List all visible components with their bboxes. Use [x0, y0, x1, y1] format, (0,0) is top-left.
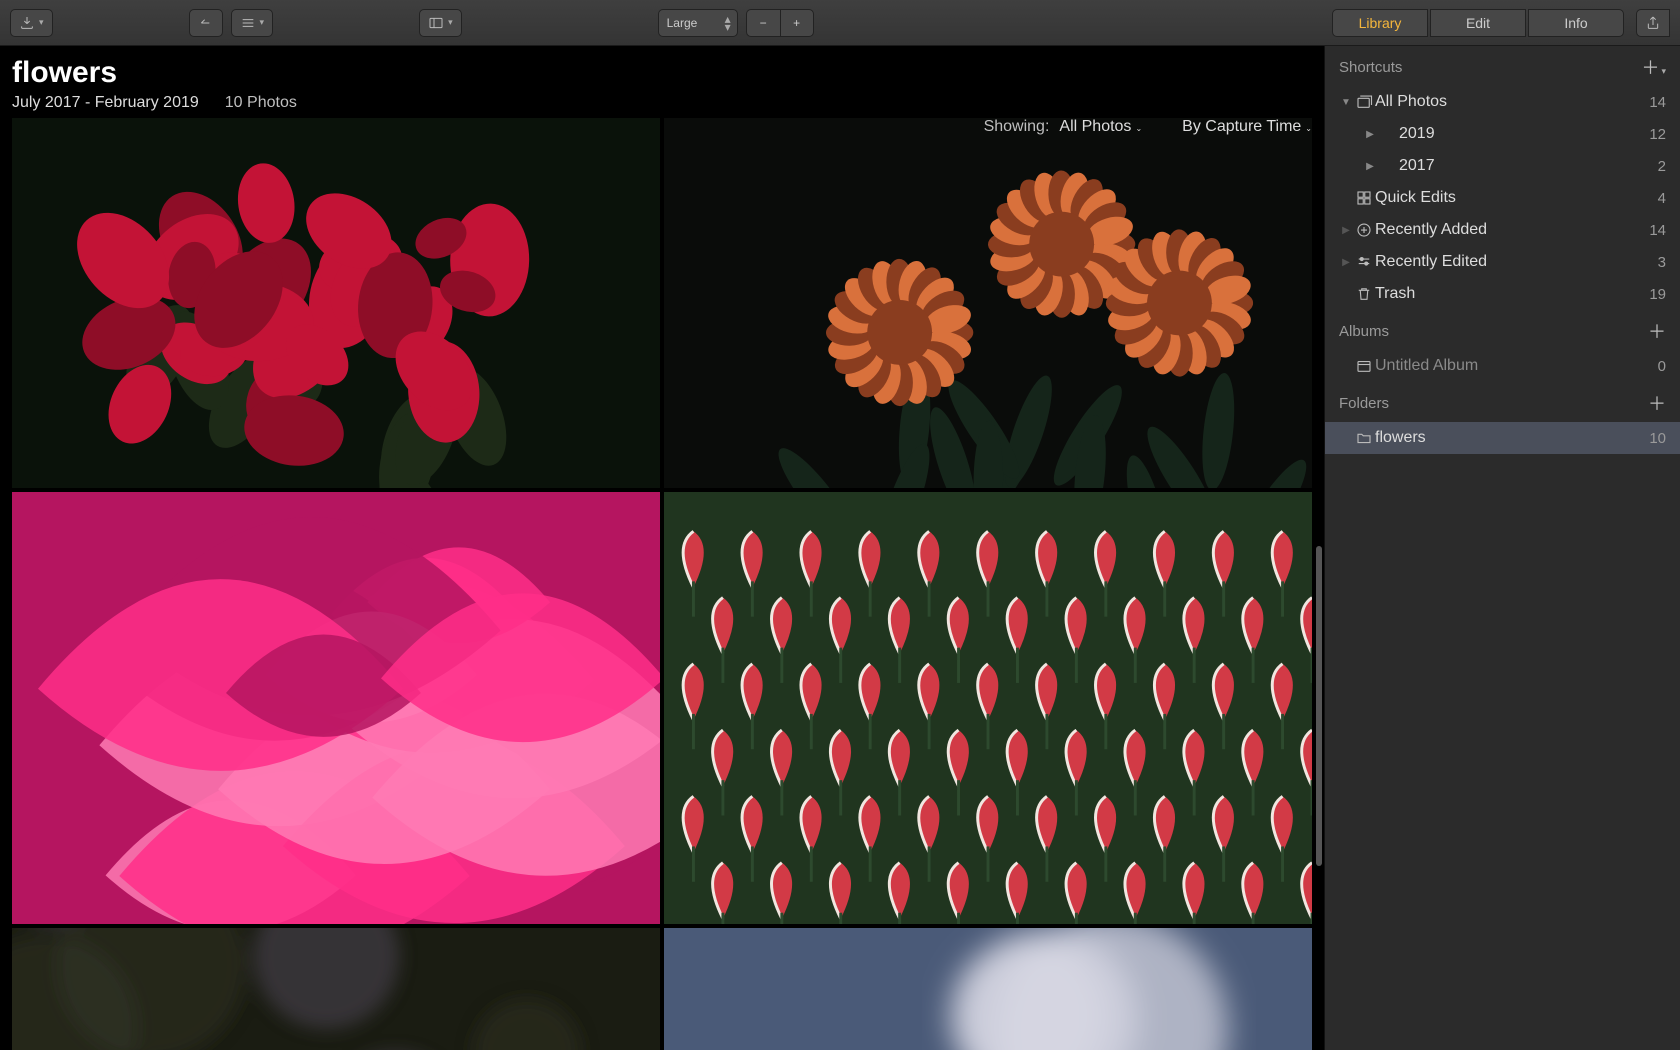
- sidebar-item-label: 2019: [1399, 125, 1649, 143]
- sidebar-item-recently-added[interactable]: ▶ Recently Added14: [1325, 214, 1680, 246]
- filter-row: Showing: All Photos ⌄ By Capture Time ⌄: [984, 118, 1312, 136]
- scrollbar-thumb[interactable]: [1316, 546, 1322, 866]
- photo-stack-icon: [1353, 93, 1375, 111]
- photo-thumbnail[interactable]: [12, 492, 660, 924]
- sort-value: By Capture Time: [1182, 118, 1301, 136]
- share-icon: [1645, 15, 1661, 31]
- sidebar-item-label: Recently Edited: [1375, 253, 1658, 271]
- tab-info[interactable]: Info: [1528, 9, 1624, 37]
- sidebar-layout-icon: [428, 15, 444, 31]
- add-folder-button[interactable]: ＋: [1648, 390, 1666, 416]
- filter-value: All Photos: [1059, 118, 1131, 136]
- sidebar-item-label: All Photos: [1375, 93, 1649, 111]
- toolbar: ▾ ▾ ▾ Large ▴▾ − + Library Edit Info: [0, 0, 1680, 46]
- albums-label: Albums: [1339, 323, 1389, 340]
- grid-icon: [1353, 189, 1375, 207]
- share-button[interactable]: [1636, 9, 1670, 37]
- photo-count: 10 Photos: [225, 94, 297, 112]
- import-button[interactable]: ▾: [10, 9, 53, 37]
- sort-dropdown[interactable]: By Capture Time ⌄: [1182, 118, 1312, 136]
- chevron-down-icon: ⌄: [1135, 124, 1142, 133]
- arrow-up-left-icon: [198, 15, 214, 31]
- tab-edit[interactable]: Edit: [1430, 9, 1526, 37]
- sidebar-item-count: 12: [1649, 126, 1666, 143]
- photo-thumbnail[interactable]: [664, 118, 1312, 488]
- list-view-button[interactable]: ▾: [231, 9, 274, 37]
- plus-circle-icon: [1353, 221, 1375, 239]
- date-range: July 2017 - February 2019: [12, 94, 199, 112]
- folders-header: Folders ＋: [1325, 382, 1680, 422]
- sidebar-item-all-photos[interactable]: ▼ All Photos14: [1325, 86, 1680, 118]
- sidebar-item-label: 2017: [1399, 157, 1658, 175]
- list-icon: [240, 15, 256, 31]
- folder-icon: [1353, 429, 1375, 447]
- panel-tabs: Library Edit Info: [1332, 9, 1624, 37]
- grid-header: flowers July 2017 - February 2019 10 Pho…: [0, 46, 1324, 118]
- folders-label: Folders: [1339, 395, 1389, 412]
- disclosure-triangle-icon[interactable]: ▶: [1363, 161, 1377, 172]
- up-level-button[interactable]: [189, 9, 223, 37]
- disclosure-triangle-icon[interactable]: ▶: [1363, 129, 1377, 140]
- sidebar-item-count: 4: [1658, 190, 1666, 207]
- photo-thumbnail[interactable]: [12, 928, 660, 1050]
- sidebar-item-label: Trash: [1375, 285, 1649, 303]
- shortcuts-header: Shortcuts ＋▾: [1325, 46, 1680, 86]
- sidebar-item-untitled-album[interactable]: Untitled Album0: [1325, 350, 1680, 382]
- photo-thumbnail[interactable]: [12, 118, 660, 488]
- sidebar-item-count: 0: [1658, 358, 1666, 375]
- shortcuts-label: Shortcuts: [1339, 59, 1402, 76]
- album-icon: [1353, 357, 1375, 375]
- sidebar-item-count: 3: [1658, 254, 1666, 271]
- layout-toggle-button[interactable]: ▾: [419, 9, 462, 37]
- sidebar-item-label: flowers: [1375, 429, 1649, 447]
- albums-header: Albums ＋: [1325, 310, 1680, 350]
- add-shortcut-button[interactable]: ＋▾: [1641, 54, 1666, 80]
- zoom-in-button[interactable]: +: [780, 9, 814, 37]
- chevron-down-icon: ▾: [39, 17, 44, 28]
- sidebar-item-count: 10: [1649, 430, 1666, 447]
- thumbnail-size-label: Large: [667, 16, 698, 30]
- trash-icon: [1353, 285, 1375, 303]
- import-icon: [19, 15, 35, 31]
- thumbnail-size-select[interactable]: Large ▴▾: [658, 9, 738, 37]
- disclosure-triangle-icon[interactable]: ▶: [1339, 225, 1353, 236]
- photo-grid[interactable]: [0, 118, 1324, 1050]
- filter-label: Showing:: [984, 118, 1050, 136]
- sidebar-item-count: 19: [1649, 286, 1666, 303]
- plus-icon: +: [793, 16, 800, 30]
- sliders-icon: [1353, 253, 1375, 271]
- chevron-down-icon: ▾: [260, 17, 265, 28]
- sidebar-item-count: 2: [1658, 158, 1666, 175]
- sidebar-item-2017[interactable]: ▶ 20172: [1325, 150, 1680, 182]
- tab-library[interactable]: Library: [1332, 9, 1428, 37]
- sidebar-item-recently-edited[interactable]: ▶ Recently Edited3: [1325, 246, 1680, 278]
- photo-thumbnail[interactable]: [664, 492, 1312, 924]
- disclosure-triangle-icon[interactable]: ▼: [1339, 97, 1353, 108]
- zoom-out-button[interactable]: −: [746, 9, 780, 37]
- sidebar-item-2019[interactable]: ▶ 201912: [1325, 118, 1680, 150]
- sidebar-item-count: 14: [1649, 222, 1666, 239]
- chevron-down-icon: ▾: [1661, 66, 1666, 76]
- chevron-down-icon: ▾: [448, 17, 453, 28]
- sidebar-item-label: Recently Added: [1375, 221, 1649, 239]
- disclosure-triangle-icon[interactable]: ▶: [1339, 257, 1353, 268]
- chevron-down-icon: ⌄: [1305, 124, 1312, 133]
- filter-dropdown[interactable]: Showing: All Photos ⌄: [984, 118, 1143, 136]
- sidebar-item-count: 14: [1649, 94, 1666, 111]
- sidebar-item-label: Untitled Album: [1375, 357, 1658, 375]
- collection-title: flowers: [12, 56, 1312, 90]
- sidebar-item-label: Quick Edits: [1375, 189, 1658, 207]
- photo-thumbnail[interactable]: [664, 928, 1312, 1050]
- sidebar-item-flowers[interactable]: flowers10: [1325, 422, 1680, 454]
- stepper-icon: ▴▾: [725, 15, 731, 31]
- sidebar: Shortcuts ＋▾ ▼All Photos14▶201912▶20172Q…: [1324, 46, 1680, 1050]
- add-album-button[interactable]: ＋: [1648, 318, 1666, 344]
- sidebar-item-trash[interactable]: Trash19: [1325, 278, 1680, 310]
- main-content: flowers July 2017 - February 2019 10 Pho…: [0, 46, 1324, 1050]
- minus-icon: −: [760, 16, 767, 30]
- sidebar-item-quick-edits[interactable]: Quick Edits4: [1325, 182, 1680, 214]
